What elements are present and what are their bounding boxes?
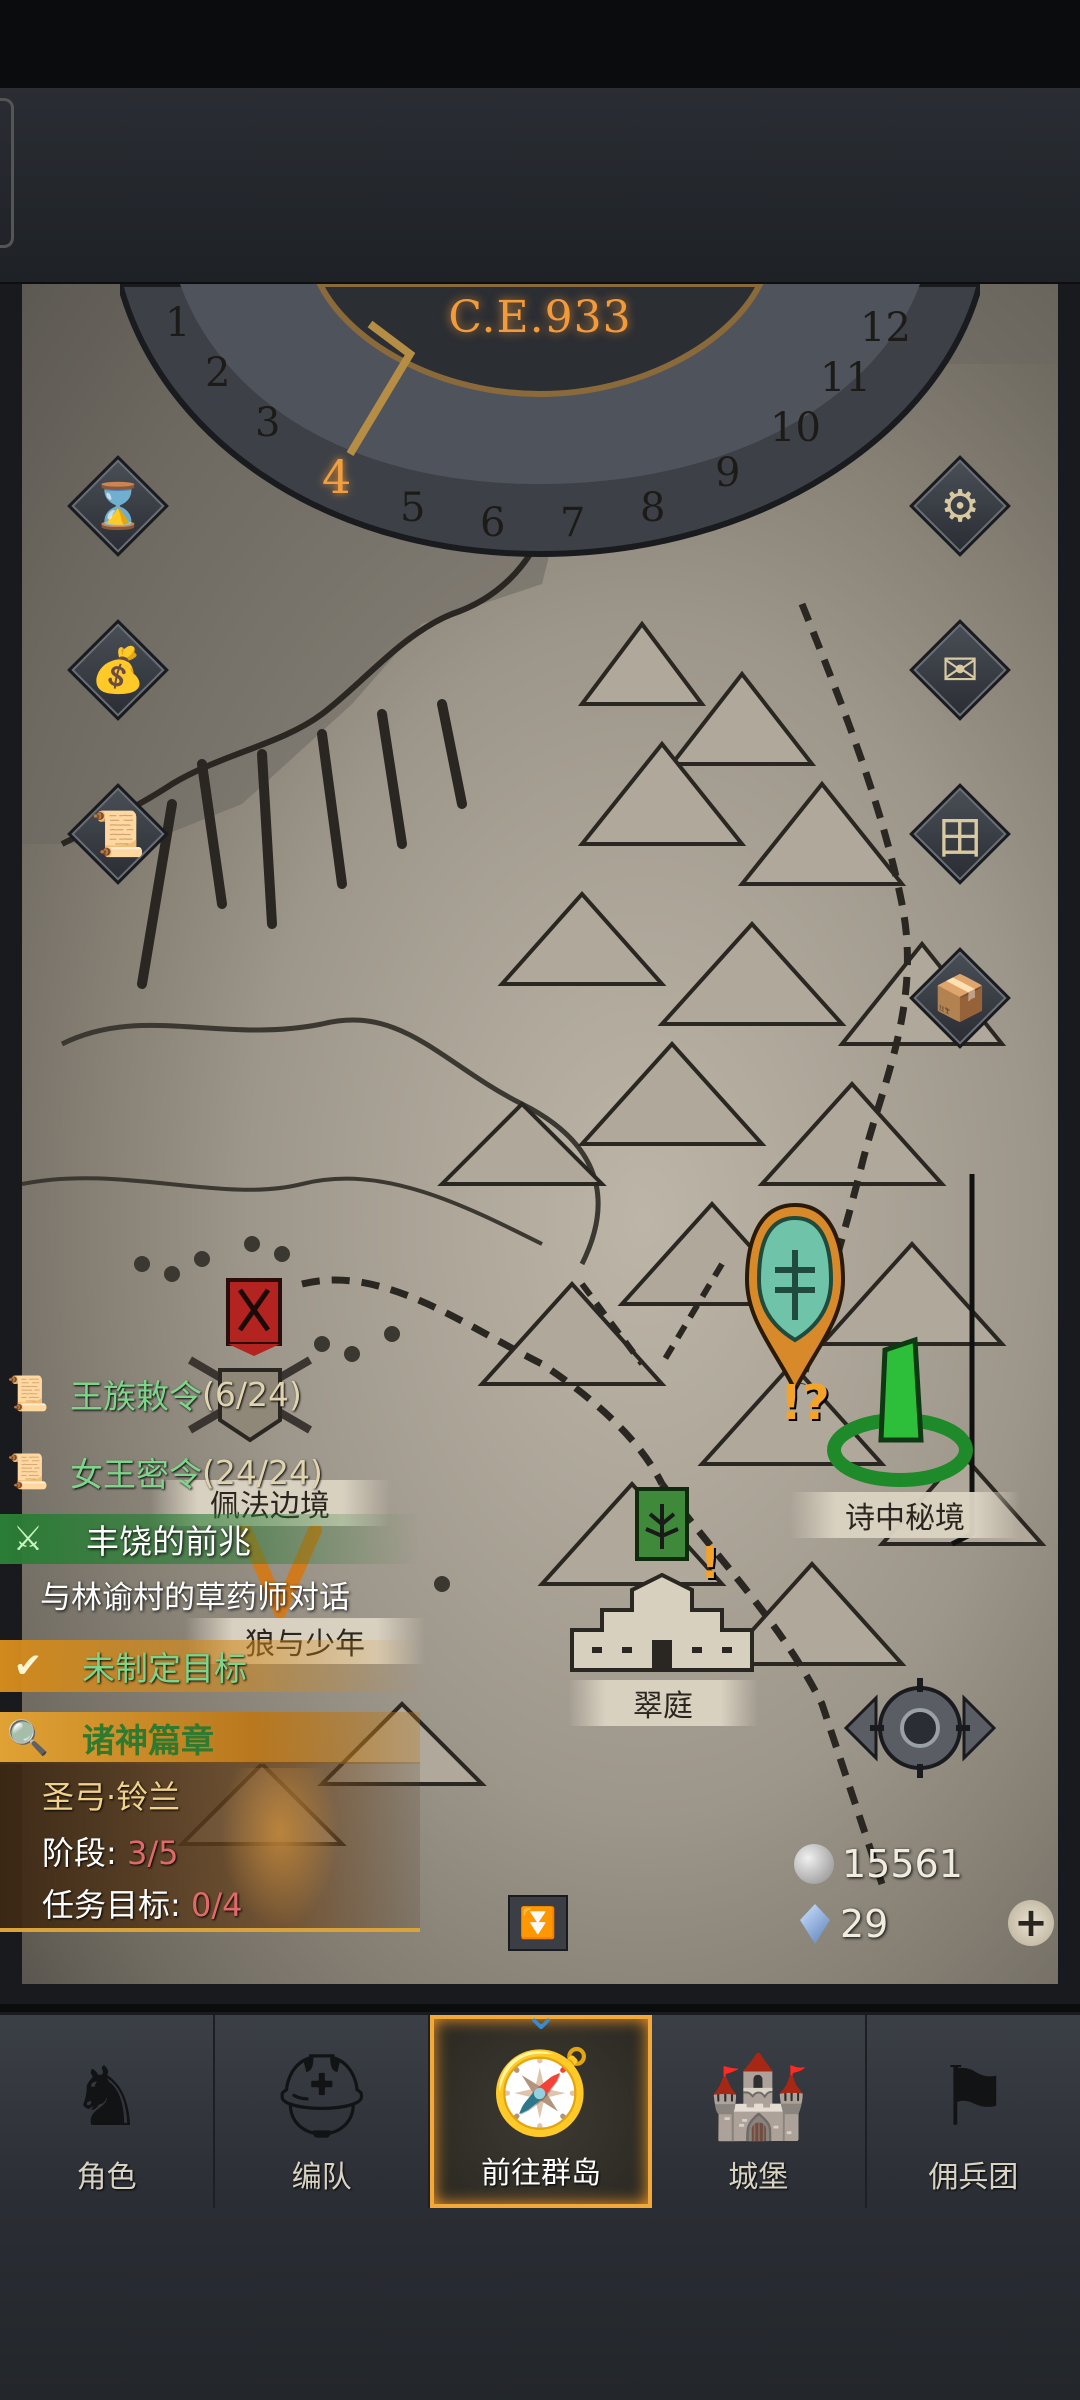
scroll-icon: 📜 [90,809,146,860]
cuiting-castle-icon[interactable] [562,1570,762,1680]
nav-mercenary[interactable]: ⚑ 佣兵团 [867,2015,1080,2208]
top-edge-tab[interactable] [0,98,14,248]
location-label-poem-secret[interactable]: 诗中秘境 [790,1492,1020,1538]
crossed-swords-icon: ⚔ [12,1519,44,1559]
silver-amount: 15561 [842,1842,963,1886]
nav-archipelago[interactable]: ⌄ 🧭 前往群岛 [430,1989,652,2208]
helmet-icon: ⛑ [269,2049,374,2144]
hourglass-icon: ⌛ [90,481,146,532]
green-tree-banner[interactable] [632,1484,692,1564]
magnifier-icon: 🔍 [6,1718,50,1758]
banner-icon: ⚑ [936,2049,1011,2145]
epic-hero-portrait [220,1768,340,1928]
epic-quest-card[interactable]: 圣弓·铃兰 阶段: 3/5 任务目标: 0/4 [0,1762,420,1932]
castle-icon: 🏰 [707,2049,810,2144]
royal-order-row[interactable]: 📜 王族敕令 (6/24) [0,1366,440,1422]
window-grid-icon: 田 [938,813,982,864]
add-crystal-button[interactable]: + [1008,1900,1054,1946]
queen-order-row[interactable]: 📜 女王密令 (24/24) [0,1444,440,1500]
scroll-button[interactable]: 📜 [67,783,169,885]
nav-formation[interactable]: ⛑ 编队 [215,2015,431,2208]
unset-goal-label: 未制定目标 [82,1649,247,1688]
month-6[interactable]: 6 [480,500,505,546]
bag-and-crate-icon: 📦 [932,973,988,1024]
top-status-bar [0,88,1080,284]
crystal-currency: 29 [800,1902,888,1946]
crystal-amount: 29 [840,1902,889,1946]
epic-stage-value: 3/5 [126,1834,179,1872]
epic-stage-label: 阶段: [42,1834,127,1872]
nav-character[interactable]: ♞ 角色 [0,2015,216,2208]
main-quest-task: 与林谕村的草药师对话 [40,1579,350,1616]
unset-goal-banner[interactable]: ✔ 未制定目标 [0,1640,420,1692]
royal-order-label: 王族敕令 [70,1377,202,1416]
main-quest-banner[interactable]: ⚔ 丰饶的前兆 [0,1514,420,1564]
month-3[interactable]: 3 [255,400,280,446]
map-locator-control[interactable] [836,1668,1004,1788]
month-11[interactable]: 11 [820,355,871,401]
main-quest-title: 丰饶的前兆 [86,1522,251,1561]
month-9[interactable]: 9 [715,450,740,496]
compass-icon: 🧭 [489,2045,593,2140]
bag-button[interactable]: 💰 [67,619,169,721]
location-label-cuiting[interactable]: 翠庭 [568,1680,758,1726]
envelope-icon: ✉ [941,644,979,696]
bottom-navigation: ♞ 角色 ⛑ 编队 ⌄ 🧭 前往群岛 🏰 城堡 ⚑ 佣兵团 [0,1989,1080,2208]
chevron-down-icon: ⏬ [519,1905,557,1941]
nav-castle[interactable]: 🏰 城堡 [652,2015,867,2208]
gear-icon: ⚙ [940,480,980,532]
green-crystal-marker[interactable] [825,1330,975,1490]
hourglass-button[interactable]: ⌛ [67,455,169,557]
nav-label: 城堡 [728,2160,789,2195]
money-bag-icon: 💰 [90,645,146,696]
main-quest-task-row[interactable]: 与林谕村的草药师对话 [40,1568,440,1620]
nav-label: 角色 [76,2160,137,2195]
mail-button[interactable]: ✉ [909,619,1011,721]
month-10[interactable]: 10 [770,405,821,451]
silver-currency: 15561 [794,1842,963,1886]
knight-icon: ♞ [69,2049,144,2145]
month-12[interactable]: 12 [860,305,911,351]
epic-goal-row: 任务目标: 0/4 [42,1880,242,1926]
month-1[interactable]: 1 [165,300,190,346]
epic-chapter-banner[interactable]: 🔍 诸神篇章 [0,1712,420,1764]
bottom-system-area [0,2208,1080,2400]
grid-button[interactable]: 田 [909,783,1011,885]
epic-hero-name: 圣弓·铃兰 [42,1778,181,1816]
nav-label: 编队 [291,2160,352,2195]
inventory-button[interactable]: 📦 [909,947,1011,1049]
target-check-icon: ✔ [13,1646,43,1686]
scroll-bundle-icon: 📜 [6,1452,50,1492]
era-year-label: C.E.933 [448,292,632,343]
epic-chapter-title: 诸神篇章 [82,1721,214,1760]
crystal-icon [800,1904,830,1944]
month-4-current[interactable]: 4 [322,450,351,504]
silver-coin-icon [794,1844,834,1884]
month-8[interactable]: 8 [640,485,665,531]
royal-order-count: (6/24) [202,1374,302,1414]
month-2[interactable]: 2 [205,350,230,396]
chevron-down-icon: ⌄ [522,1989,560,2040]
queen-order-count: (24/24) [202,1452,323,1492]
epic-goal-label: 任务目标: [42,1886,191,1924]
queen-order-label: 女王密令 [70,1455,202,1494]
alert-exclamation-icon: !? [780,1375,830,1431]
scroll-icon: 📜 [6,1374,50,1414]
nav-label: 佣兵团 [928,2160,1019,2195]
month-7[interactable]: 7 [560,500,585,546]
month-5[interactable]: 5 [400,485,425,531]
nav-label: 前往群岛 [481,2156,601,2191]
collapse-panel-button[interactable]: ⏬ [508,1895,568,1951]
settings-button[interactable]: ⚙ [909,455,1011,557]
epic-stage-row: 阶段: 3/5 [42,1828,178,1874]
